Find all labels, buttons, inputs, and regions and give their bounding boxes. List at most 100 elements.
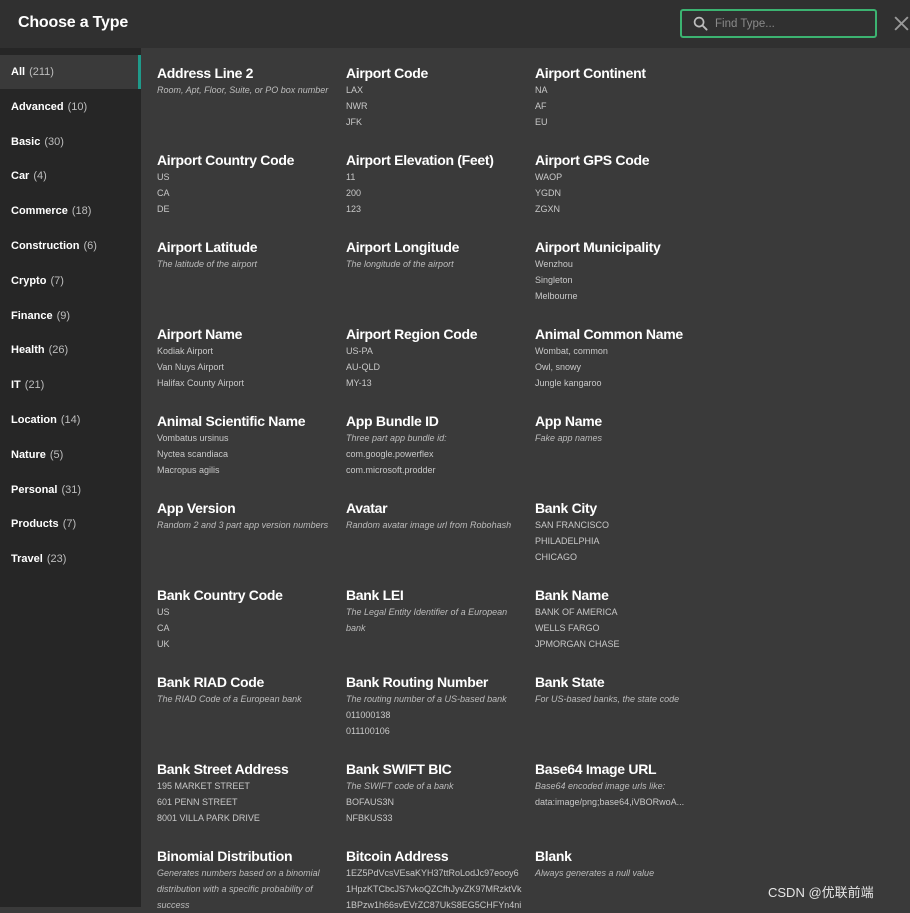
sidebar-item-travel[interactable]: Travel (23)	[0, 542, 141, 576]
type-example: AF	[535, 101, 547, 111]
type-card[interactable]: Bank Country Code US CA UK	[157, 586, 337, 652]
type-description: Base64 encoded image urls like:	[535, 781, 666, 791]
sidebar-item-basic[interactable]: Basic (30)	[0, 125, 141, 159]
sidebar-item-count: (4)	[33, 170, 47, 183]
type-name: Bank LEI	[346, 587, 404, 603]
type-card[interactable]: Bank LEI The Legal Entity Identifier of a…	[346, 586, 526, 636]
type-name: Animal Common Name	[535, 326, 683, 342]
type-example: Vombatus ursinus	[157, 433, 229, 443]
type-name: Airport Elevation (Feet)	[346, 152, 494, 168]
type-card[interactable]: Airport GPS Code WAOP YGDN ZGXN	[535, 151, 715, 217]
type-example: UK	[157, 639, 170, 649]
type-card[interactable]: Bitcoin Address 1EZ5PdVcsVEsaKYH37ttRoLod…	[346, 847, 526, 913]
type-example: JPMORGAN CHASE	[535, 639, 620, 649]
type-example: 195 MARKET STREET	[157, 781, 250, 791]
type-card[interactable]: Airport Country Code US CA DE	[157, 151, 337, 217]
type-card[interactable]: Blank Always generates a null value	[535, 847, 715, 881]
type-name: Bitcoin Address	[346, 848, 449, 864]
type-card[interactable]: App Name Fake app names	[535, 412, 715, 446]
type-example: com.microsoft.prodder	[346, 465, 436, 475]
type-card[interactable]: Bank State For US-based banks, the state …	[535, 673, 715, 707]
type-example: JFK	[346, 117, 363, 127]
type-name: Address Line 2	[157, 65, 254, 81]
type-card[interactable]: Airport Code LAX NWR JFK	[346, 64, 526, 130]
type-description: The longitude of the airport	[346, 259, 454, 269]
type-card[interactable]: Base64 Image URL Base64 encoded image url…	[535, 760, 715, 810]
type-card[interactable]: Bank Routing Number The routing number of…	[346, 673, 526, 739]
sidebar-item-personal[interactable]: Personal (31)	[0, 473, 141, 507]
type-card[interactable]: Airport Name Kodiak Airport Van Nuys Airpo…	[157, 325, 337, 391]
type-example: 011000138	[346, 710, 391, 720]
type-example: WELLS FARGO	[535, 623, 600, 633]
type-card[interactable]: Airport Elevation (Feet) 11 200 123	[346, 151, 526, 217]
search-box[interactable]	[680, 9, 877, 38]
type-example: Kodiak Airport	[157, 346, 214, 356]
type-description: Room, Apt, Floor, Suite, or PO box numbe…	[157, 85, 329, 95]
type-card[interactable]: App Version Random 2 and 3 part app versi…	[157, 499, 337, 533]
type-example: 011100106	[346, 726, 390, 736]
type-description: Always generates a null value	[535, 868, 655, 878]
sidebar-item-nature[interactable]: Nature (5)	[0, 438, 141, 472]
sidebar-item-car[interactable]: Car (4)	[0, 159, 141, 193]
type-name: App Version	[157, 500, 236, 516]
type-example: CHICAGO	[535, 552, 578, 562]
sidebar-item-label: Health	[11, 344, 45, 357]
sidebar-item-all[interactable]: All (211)	[0, 55, 141, 89]
type-example: Halifax County Airport	[157, 378, 245, 388]
type-name: Bank SWIFT BIC	[346, 761, 452, 777]
type-card[interactable]: Animal Scientific Name Vombatus ursinus Ny…	[157, 412, 337, 478]
sidebar-item-commerce[interactable]: Commerce (18)	[0, 194, 141, 228]
type-card[interactable]: Airport Region Code US-PA AU-QLD MY-13	[346, 325, 526, 391]
sidebar-item-location[interactable]: Location (14)	[0, 403, 141, 437]
type-card[interactable]: Bank Name BANK OF AMERICA WELLS FARGO JPMOR…	[535, 586, 715, 652]
type-grid: Address Line 2 Room, Apt, Floor, Suite, o…	[141, 48, 910, 910]
type-card[interactable]: Airport Municipality Wenzhou Singleton Melb…	[535, 238, 715, 304]
type-card[interactable]: Avatar Random avatar image url from Roboh…	[346, 499, 526, 533]
type-card[interactable]: Binomial Distribution Generates numbers b…	[157, 847, 337, 913]
sidebar-item-construction[interactable]: Construction (6)	[0, 229, 141, 263]
type-card[interactable]: App Bundle ID Three part app bundle id: co…	[346, 412, 526, 478]
type-description: The RIAD Code of a European bank	[157, 694, 302, 704]
category-sidebar: All (211) Advanced (10) Basic (30) Car (4) Comme…	[0, 48, 141, 907]
type-card[interactable]: Bank SWIFT BIC The SWIFT code of a bank BO…	[346, 760, 526, 826]
type-description: Random avatar image url from Robohash	[346, 520, 512, 530]
type-card[interactable]: Airport Longitude The longitude of the ai…	[346, 238, 526, 272]
type-name: Binomial Distribution	[157, 848, 293, 864]
type-card[interactable]: Airport Continent NA AF EU	[535, 64, 715, 130]
sidebar-item-count: (10)	[67, 100, 88, 113]
type-description: For US-based banks, the state code	[535, 694, 680, 704]
type-example: MY-13	[346, 378, 372, 388]
type-example: NA	[535, 85, 548, 95]
type-name: Bank Country Code	[157, 587, 283, 603]
type-example: Macropus agilis	[157, 465, 220, 475]
type-example: Wombat, common	[535, 346, 608, 356]
sidebar-item-count: (7)	[50, 274, 64, 287]
type-description: Fake app names	[535, 433, 603, 443]
sidebar-item-label: IT	[11, 379, 21, 392]
type-card[interactable]: Bank RIAD Code The RIAD Code of a Europea…	[157, 673, 337, 707]
sidebar-item-crypto[interactable]: Crypto (7)	[0, 264, 141, 298]
type-card[interactable]: Airport Latitude The latitude of the airp…	[157, 238, 337, 272]
sidebar-item-it[interactable]: IT (21)	[0, 368, 141, 402]
type-name: Airport Continent	[535, 65, 646, 81]
search-input[interactable]	[715, 15, 865, 33]
sidebar-item-finance[interactable]: Finance (9)	[0, 299, 141, 333]
close-icon[interactable]	[893, 15, 910, 32]
type-name: Airport Name	[157, 326, 243, 342]
sidebar-item-label: Advanced	[11, 100, 64, 113]
sidebar-item-count: (23)	[46, 553, 67, 566]
sidebar-item-products[interactable]: Products (7)	[0, 507, 141, 541]
type-card[interactable]: Address Line 2 Room, Apt, Floor, Suite, o…	[157, 64, 337, 98]
type-example: 8001 VILLA PARK DRIVE	[157, 813, 260, 823]
sidebar-item-health[interactable]: Health (26)	[0, 333, 141, 367]
sidebar-item-count: (9)	[56, 309, 71, 322]
search-icon	[693, 16, 708, 31]
type-card[interactable]: Bank Street Address 195 MARKET STREET 601 …	[157, 760, 337, 826]
sidebar-item-label: Location	[11, 414, 57, 426]
type-card[interactable]: Animal Common Name Wombat, common Owl, sno…	[535, 325, 715, 391]
type-name: Airport Code	[346, 65, 428, 81]
sidebar-item-label: Travel	[11, 553, 43, 566]
type-card[interactable]: Bank City SAN FRANCISCO PHILADELPHIA CHICAG…	[535, 499, 715, 565]
sidebar-item-count: (30)	[44, 135, 64, 148]
sidebar-item-advanced[interactable]: Advanced (10)	[0, 90, 141, 124]
